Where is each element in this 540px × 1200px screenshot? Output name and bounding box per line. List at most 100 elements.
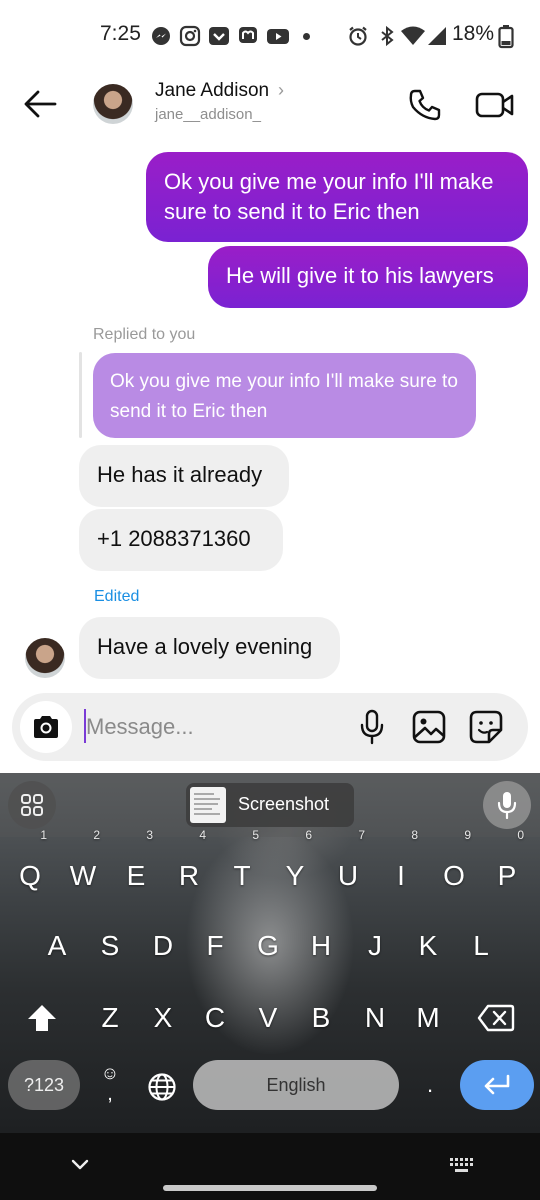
bluetooth-icon	[376, 25, 398, 47]
key-m[interactable]: M	[403, 988, 453, 1048]
key-b[interactable]: B	[296, 988, 346, 1048]
key-hint: 8	[411, 828, 418, 842]
status-time: 7:25	[100, 22, 141, 45]
back-button[interactable]	[18, 82, 62, 126]
space-key[interactable]: English	[193, 1060, 399, 1110]
period-key[interactable]: .	[410, 1060, 450, 1110]
message-composer	[12, 693, 528, 761]
cell-signal-icon	[426, 25, 448, 47]
key-k[interactable]: K	[403, 916, 453, 976]
key-j[interactable]: J	[350, 916, 400, 976]
sticker-icon	[469, 710, 503, 744]
hide-keyboard-button[interactable]	[64, 1151, 96, 1179]
microphone-icon	[497, 792, 517, 819]
key-letter: U	[337, 860, 359, 891]
key-i[interactable]: I8	[376, 828, 426, 906]
key-hint: 6	[305, 828, 312, 842]
sticker-button[interactable]	[466, 707, 506, 747]
emoji-comma-key[interactable]: ☺,	[90, 1063, 130, 1113]
symbols-key[interactable]: ?123	[8, 1060, 80, 1110]
message-input[interactable]	[84, 711, 334, 743]
mastodon-icon	[237, 25, 259, 47]
contact-name[interactable]: Jane Addison	[155, 80, 269, 102]
camera-button[interactable]	[20, 701, 72, 753]
gallery-button[interactable]	[409, 707, 449, 747]
key-hint: 4	[199, 828, 206, 842]
chevron-right-icon: ›	[278, 80, 284, 100]
key-z[interactable]: Z	[85, 988, 135, 1048]
alarm-icon	[347, 25, 369, 47]
battery-percent: 18%	[452, 22, 495, 45]
contact-handle[interactable]: jane__addison_	[155, 106, 261, 123]
received-message[interactable]: Have a lovely evening	[79, 617, 340, 679]
key-g[interactable]: G	[243, 916, 293, 976]
key-w[interactable]: W2	[58, 828, 108, 906]
globe-icon	[148, 1073, 176, 1101]
key-l[interactable]: L	[456, 916, 506, 976]
voice-message-button[interactable]	[352, 707, 392, 747]
gallery-icon	[412, 710, 446, 744]
key-c[interactable]: C	[190, 988, 240, 1048]
key-hint: 1	[40, 828, 47, 842]
key-letter: T	[233, 860, 251, 891]
key-hint: 0	[517, 828, 524, 842]
key-p[interactable]: P0	[482, 828, 532, 906]
key-r[interactable]: R4	[164, 828, 214, 906]
key-letter: Q	[19, 860, 41, 891]
received-message[interactable]: +1 2088371360	[79, 509, 283, 571]
shift-key[interactable]	[14, 988, 70, 1048]
key-x[interactable]: X	[138, 988, 188, 1048]
switch-keyboard-button[interactable]	[444, 1151, 478, 1179]
key-y[interactable]: Y6	[270, 828, 320, 906]
backspace-key[interactable]	[468, 988, 524, 1048]
keyboard-apps-button[interactable]	[8, 781, 56, 829]
key-letter: W	[69, 860, 97, 891]
reply-quote[interactable]: Ok you give me your info I'll make sure …	[93, 353, 476, 438]
camera-icon	[34, 716, 58, 738]
key-q[interactable]: Q1	[5, 828, 55, 906]
key-a[interactable]: A	[32, 916, 82, 976]
apps-grid-icon	[21, 794, 43, 816]
key-hint: 7	[358, 828, 365, 842]
key-e[interactable]: E3	[111, 828, 161, 906]
key-h[interactable]: H	[296, 916, 346, 976]
key-letter: O	[443, 860, 465, 891]
received-message[interactable]: He has it already	[79, 445, 289, 507]
notification-dot	[303, 33, 310, 40]
key-letter: P	[497, 860, 517, 891]
key-t[interactable]: T5	[217, 828, 267, 906]
key-letter: R	[178, 860, 200, 891]
key-u[interactable]: U7	[323, 828, 373, 906]
chat-header: Jane Addison › jane__addison_	[0, 72, 540, 140]
keyboard: Screenshot Q1 W2 E3 R4 T5 Y6 U7 I8 O9 P0…	[0, 773, 540, 1133]
text-caret	[84, 709, 86, 743]
screenshot-thumbnail	[190, 787, 226, 823]
language-key[interactable]	[140, 1065, 184, 1109]
battery-icon	[498, 25, 514, 49]
key-o[interactable]: O9	[429, 828, 479, 906]
contact-avatar[interactable]	[93, 84, 133, 124]
shift-icon	[28, 1005, 56, 1031]
sent-message[interactable]: He will give it to his lawyers	[208, 246, 528, 308]
clipboard-suggestion[interactable]: Screenshot	[186, 783, 354, 827]
keyboard-voice-button[interactable]	[483, 781, 531, 829]
home-gesture-handle[interactable]	[163, 1185, 377, 1191]
edited-label: Edited	[94, 588, 140, 605]
enter-key[interactable]	[460, 1060, 534, 1110]
keyboard-toolbar: Screenshot	[0, 773, 540, 837]
key-s[interactable]: S	[85, 916, 135, 976]
pocket-icon	[208, 25, 230, 47]
voice-call-button[interactable]	[404, 84, 446, 126]
key-n[interactable]: N	[350, 988, 400, 1048]
key-f[interactable]: F	[190, 916, 240, 976]
video-call-button[interactable]	[472, 84, 518, 126]
key-v[interactable]: V	[243, 988, 293, 1048]
replied-label: Replied to you	[93, 326, 196, 343]
sender-avatar[interactable]	[25, 638, 65, 678]
key-letter: E	[126, 860, 146, 891]
microphone-icon	[360, 709, 384, 745]
sent-message[interactable]: Ok you give me your info I'll make sure …	[146, 152, 528, 242]
key-d[interactable]: D	[138, 916, 188, 976]
wifi-icon	[400, 25, 426, 47]
instagram-icon	[179, 25, 201, 47]
